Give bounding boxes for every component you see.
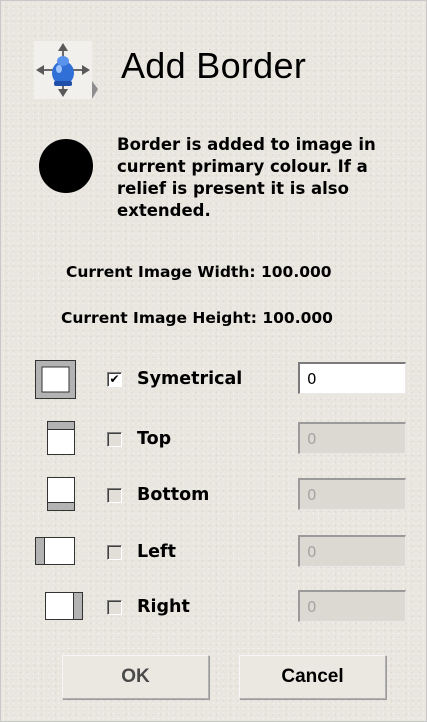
border-left-icon [35, 537, 77, 571]
primary-colour-swatch [39, 139, 93, 193]
right-size-input[interactable] [298, 590, 406, 622]
option-row-left: Left [1, 532, 426, 572]
ok-button[interactable]: OK [62, 655, 209, 699]
option-row-top: Top [1, 419, 426, 459]
symetrical-checkbox[interactable]: ✔ [107, 372, 122, 387]
bottom-checkbox[interactable] [107, 488, 122, 503]
option-row-right: Right [1, 587, 426, 627]
right-label: Right [137, 597, 190, 617]
dialog-title: Add Border [121, 45, 307, 86]
symetrical-label: Symetrical [137, 369, 243, 389]
left-checkbox[interactable] [107, 545, 122, 560]
top-checkbox[interactable] [107, 432, 122, 447]
image-height-text: Current Image Height: 100.000 [61, 309, 333, 327]
cancel-button[interactable]: Cancel [239, 655, 386, 699]
bottom-label: Bottom [137, 485, 210, 505]
bottom-size-input[interactable] [298, 478, 406, 510]
move-arrows-icon [34, 41, 98, 105]
border-top-icon [47, 421, 77, 461]
image-width-text: Current Image Width: 100.000 [66, 263, 332, 281]
border-bottom-icon [47, 477, 77, 517]
option-row-symetrical: ✔ Symetrical [1, 359, 426, 399]
top-size-input[interactable] [298, 422, 406, 454]
border-all-icon [35, 360, 77, 404]
left-label: Left [137, 542, 176, 562]
symetrical-size-input[interactable] [298, 362, 406, 394]
right-checkbox[interactable] [107, 600, 122, 615]
top-label: Top [137, 429, 172, 449]
left-size-input[interactable] [298, 535, 406, 567]
option-row-bottom: Bottom [1, 475, 426, 515]
border-right-icon [45, 592, 87, 626]
add-border-dialog: Add Border Border is added to image in c… [0, 0, 427, 722]
description-text: Border is added to image in current prim… [117, 135, 376, 220]
